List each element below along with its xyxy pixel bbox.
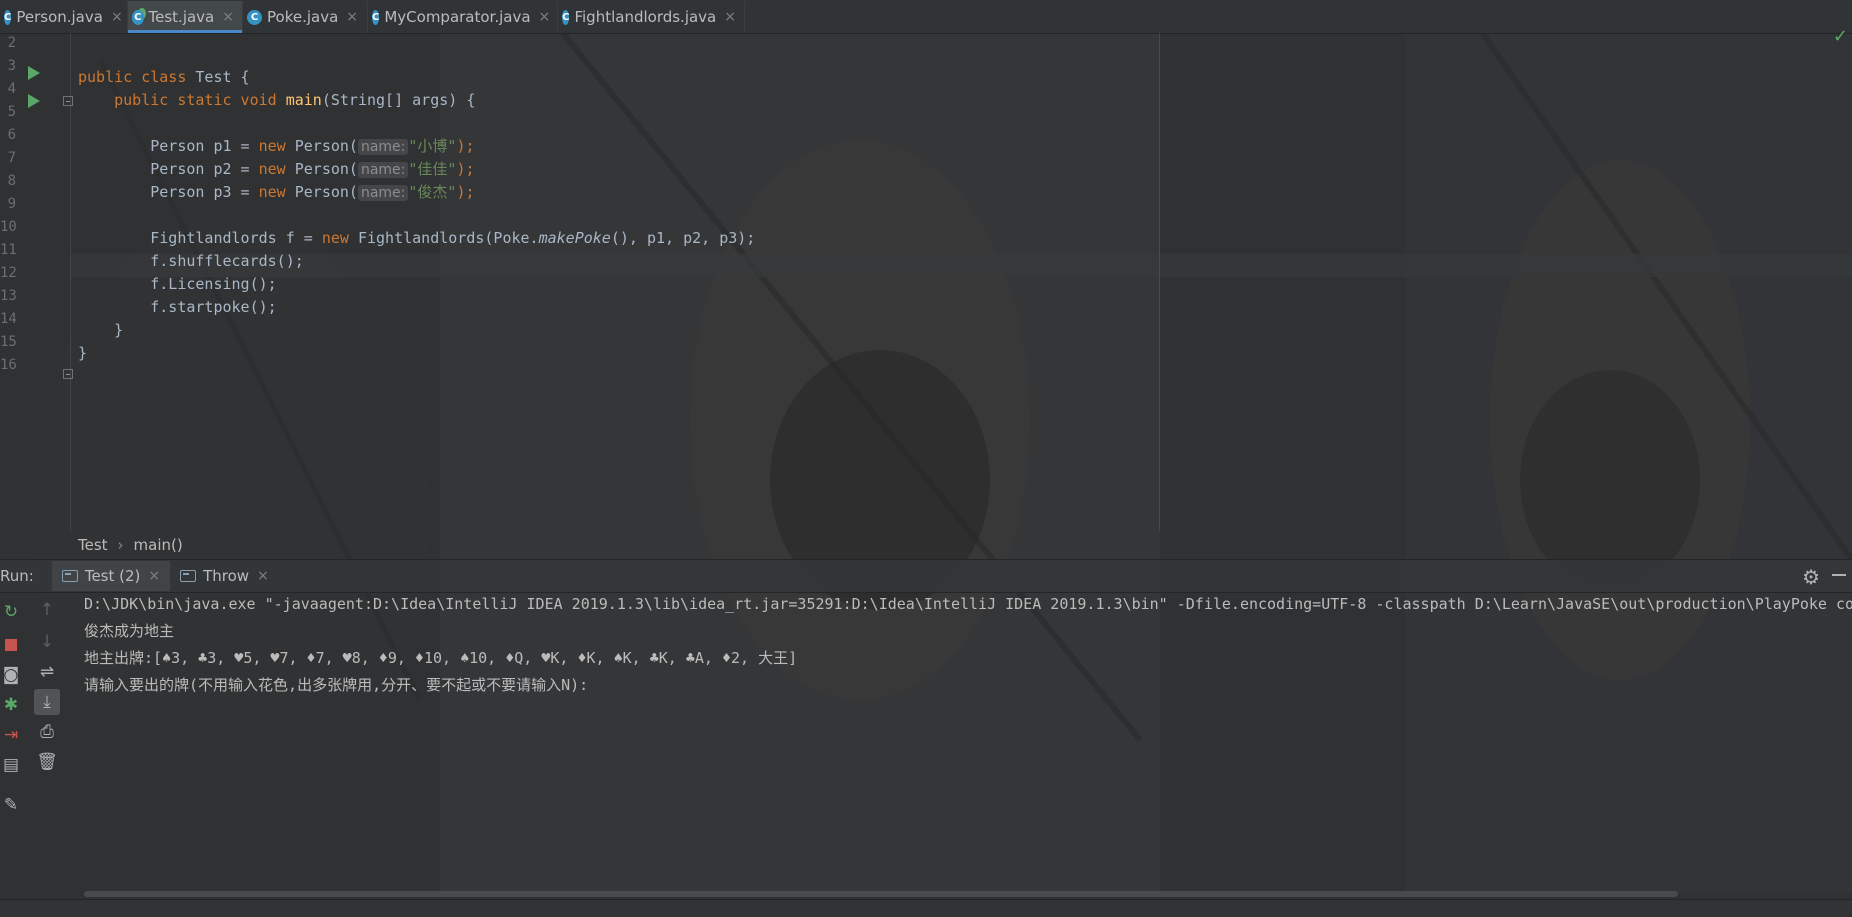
parameter-hint: name: <box>357 162 409 178</box>
gear-icon[interactable]: ⚙ <box>1802 565 1820 589</box>
code-line: public class Test { <box>78 68 250 86</box>
line-number: 16 <box>0 357 17 373</box>
line-number: 7 <box>7 150 16 166</box>
console-line: 俊杰成为地主 <box>84 622 175 640</box>
line-number: 6 <box>7 127 16 143</box>
line-number: 15 <box>0 334 17 350</box>
line-number: 3 <box>7 58 16 74</box>
inspection-ok-check-icon[interactable]: ✓ <box>1833 26 1848 47</box>
run-tab-test[interactable]: Test (2) × <box>51 561 171 591</box>
tab-person-java[interactable]: C Person.java × <box>0 1 128 33</box>
run-tab-throw[interactable]: Throw × <box>170 561 279 591</box>
run-tool-window-header: Run: Test (2) × Throw × ⚙ <box>0 559 1852 593</box>
pin-icon[interactable]: ✎ <box>0 794 22 816</box>
run-toolbar: ↻ ◙ ✱ ⇥ ▤ ✎ ↑ ↓ ⇌ ⤓ ⎙ 🗑 <box>0 591 66 891</box>
code-line: Fightlandlords f = new Fightlandlords(Po… <box>150 229 756 247</box>
tab-mycomparator-java[interactable]: C MyComparator.java × <box>368 1 558 33</box>
tab-label: Person.java <box>16 8 103 26</box>
code-line: } <box>114 321 124 339</box>
code-editor[interactable]: public class Test { public static void m… <box>71 33 1852 531</box>
line-number: 10 <box>0 219 17 235</box>
trash-icon[interactable]: 🗑 <box>36 751 58 773</box>
line-number: 14 <box>0 311 17 327</box>
editor-gutter: 2 3 4 5 6 7 8 9 10 11 12 13 14 15 16 <box>0 33 73 531</box>
breadcrumb: Test › main() <box>71 531 1852 559</box>
parameter-hint: name: <box>357 185 409 201</box>
code-line: Person p2 = new Person(name: "佳佳"); <box>150 160 475 178</box>
editor-tab-bar: C Person.java × C Test.java × C Poke.jav… <box>0 0 1852 34</box>
close-icon[interactable]: × <box>346 9 358 25</box>
tab-poke-java[interactable]: C Poke.java × <box>243 1 368 33</box>
breadcrumb-class[interactable]: Test <box>78 536 108 554</box>
line-number: 9 <box>7 196 16 212</box>
breadcrumb-separator: › <box>117 536 124 554</box>
close-icon[interactable]: × <box>724 9 736 25</box>
stop-icon[interactable] <box>0 634 22 656</box>
line-number: 2 <box>7 35 16 51</box>
run-label: Run: <box>0 567 34 585</box>
tab-test-java[interactable]: C Test.java × <box>128 1 243 33</box>
run-main-gutter-icon[interactable] <box>28 94 40 108</box>
code-line: f.Licensing(); <box>150 275 277 293</box>
java-class-icon: C <box>4 9 12 25</box>
line-number: 13 <box>0 288 17 304</box>
run-tab-label: Test (2) <box>84 567 141 585</box>
console-line: 请输入要出的牌(不用输入花色,出多张牌用,分开、要不起或不要请输入N): <box>84 676 589 694</box>
code-line: f.shufflecards(); <box>150 252 304 270</box>
run-config-icon <box>61 570 78 582</box>
line-number: 11 <box>0 242 17 258</box>
java-class-icon: C <box>562 9 570 25</box>
debug-restore-icon[interactable]: ✱ <box>0 694 22 716</box>
tab-label: Poke.java <box>267 8 339 26</box>
code-line: Person p1 = new Person(name: "小博"); <box>150 137 475 155</box>
line-number: 4 <box>7 81 16 97</box>
soft-wrap-icon[interactable]: ⇌ <box>36 661 58 683</box>
tab-label: Test.java <box>148 8 215 26</box>
java-class-icon: C <box>372 9 380 25</box>
java-class-icon: C <box>247 9 262 25</box>
rerun-icon[interactable]: ↻ <box>0 601 22 623</box>
run-config-icon <box>180 570 197 582</box>
tab-label: Fightlandlords.java <box>574 8 717 26</box>
horizontal-scrollbar[interactable] <box>84 891 1678 897</box>
line-number: 5 <box>7 104 16 120</box>
line-number: 8 <box>7 173 16 189</box>
console-line: D:\JDK\bin\java.exe "-javaagent:D:\Idea\… <box>84 595 1852 613</box>
breadcrumb-method[interactable]: main() <box>134 536 183 554</box>
java-runnable-class-icon: C <box>132 9 144 25</box>
exit-icon[interactable]: ⇥ <box>0 724 22 746</box>
camera-icon[interactable]: ◙ <box>0 664 22 686</box>
up-arrow-icon[interactable]: ↑ <box>36 599 58 621</box>
bottom-tool-bar <box>0 899 1852 917</box>
code-line: Person p3 = new Person(name: "俊杰"); <box>150 183 475 201</box>
down-arrow-icon[interactable]: ↓ <box>36 631 58 653</box>
code-line: f.startpoke(); <box>150 298 277 316</box>
minimize-icon[interactable] <box>1832 574 1846 576</box>
close-icon[interactable]: × <box>257 568 269 584</box>
print-icon[interactable]: ⎙ <box>36 721 58 743</box>
tab-fightlandlords-java[interactable]: C Fightlandlords.java × <box>558 1 745 33</box>
console-output[interactable]: D:\JDK\bin\java.exe "-javaagent:D:\Idea\… <box>72 591 1852 891</box>
close-icon[interactable]: × <box>111 9 123 25</box>
tab-label: MyComparator.java <box>384 8 531 26</box>
code-line: } <box>78 344 88 362</box>
code-line: public static void main(String[] args) { <box>114 91 476 109</box>
close-icon[interactable]: × <box>539 9 551 25</box>
console-line: 地主出牌:[♠3, ♣3, ♥5, ♥7, ♦7, ♥8, ♦9, ♦10, ♠… <box>84 649 798 667</box>
run-tab-label: Throw <box>203 567 250 585</box>
line-number: 12 <box>0 265 17 281</box>
layout-icon[interactable]: ▤ <box>0 754 22 776</box>
scroll-to-end-icon[interactable]: ⤓ <box>34 689 60 715</box>
run-class-gutter-icon[interactable] <box>28 66 40 80</box>
close-icon[interactable]: × <box>148 568 160 584</box>
close-icon[interactable]: × <box>222 9 234 25</box>
parameter-hint: name: <box>357 139 409 155</box>
